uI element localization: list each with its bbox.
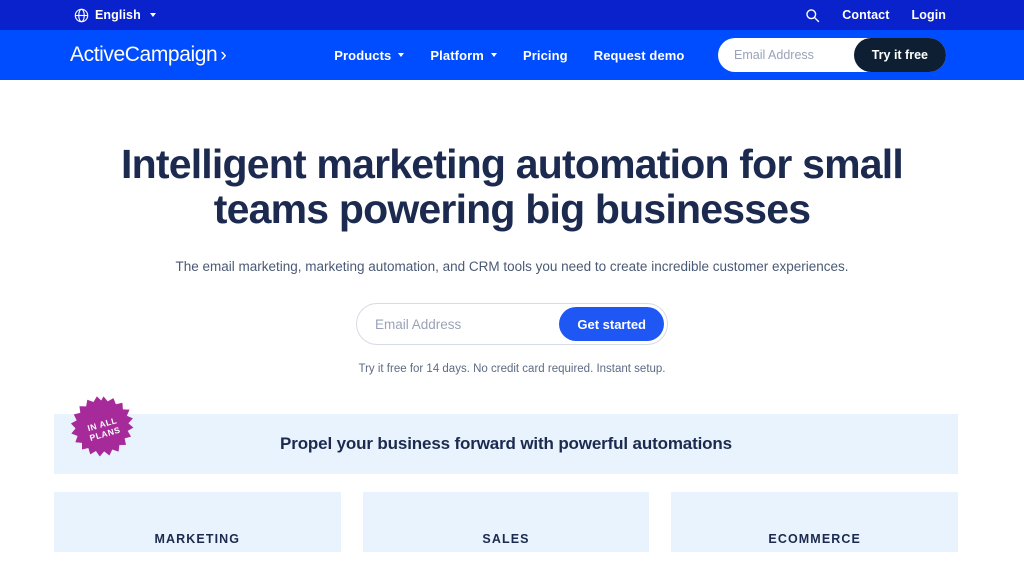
hero-signup-form: Get started <box>356 303 668 345</box>
automations-banner: Propel your business forward with powerf… <box>54 414 958 474</box>
logo-chevron-icon: › <box>220 44 227 66</box>
language-label: English <box>95 8 141 22</box>
nav-item-products[interactable]: Products <box>334 47 405 63</box>
nav-item-request-demo[interactable]: Request demo <box>594 48 685 63</box>
category-card-marketing[interactable]: MARKETING <box>54 492 341 552</box>
category-card-sales[interactable]: SALES <box>362 492 650 552</box>
in-all-plans-badge: IN ALL PLANS <box>70 395 137 462</box>
hero-section: Intelligent marketing automation for sma… <box>0 80 1024 376</box>
search-icon[interactable] <box>805 8 820 23</box>
chevron-down-icon <box>149 13 156 17</box>
chevron-down-icon <box>490 53 497 57</box>
globe-icon <box>74 8 89 23</box>
top-utility-links: Contact Login <box>805 8 946 23</box>
nav-try-it-free-button[interactable]: Try it free <box>853 38 946 72</box>
nav-item-platform[interactable]: Platform <box>430 48 497 63</box>
top-utility-bar: English Contact Login <box>0 0 1024 30</box>
hero-fineprint: Try it free for 14 days. No credit card … <box>358 363 666 375</box>
hero-headline: Intelligent marketing automation for sma… <box>121 141 904 232</box>
category-card-label: ECOMMERCE <box>768 532 861 546</box>
nav-item-platform-label: Platform <box>430 47 484 63</box>
nav-item-pricing[interactable]: Pricing <box>523 48 568 63</box>
chevron-down-icon <box>398 53 405 57</box>
logo-wordmark: ActiveCampaign <box>70 43 218 66</box>
automations-banner-title: Propel your business forward with powerf… <box>280 434 732 453</box>
main-navigation-bar: ActiveCampaign › Products Platform Prici… <box>0 30 1024 80</box>
language-selector[interactable]: English <box>74 8 156 23</box>
topbar-link-login[interactable]: Login <box>911 8 946 22</box>
primary-nav-links: Products Platform Pricing Request demo <box>334 48 684 63</box>
topbar-link-contact[interactable]: Contact <box>842 8 889 22</box>
nav-item-products-label: Products <box>334 47 392 63</box>
category-card-ecommerce[interactable]: ECOMMERCE <box>671 492 959 552</box>
hero-email-input[interactable] <box>375 304 555 344</box>
activecampaign-logo[interactable]: ActiveCampaign › <box>70 43 227 67</box>
category-cards: MARKETING SALES ECOMMERCE <box>54 492 959 552</box>
nav-signup-form: Try it free <box>718 38 946 72</box>
starburst-icon <box>70 396 134 457</box>
category-card-label: MARKETING <box>154 532 241 546</box>
hero-subheadline: The email marketing, marketing automatio… <box>175 259 849 274</box>
category-card-label: SALES <box>482 532 530 546</box>
nav-email-input[interactable] <box>734 38 854 72</box>
hero-get-started-button[interactable]: Get started <box>559 307 664 341</box>
